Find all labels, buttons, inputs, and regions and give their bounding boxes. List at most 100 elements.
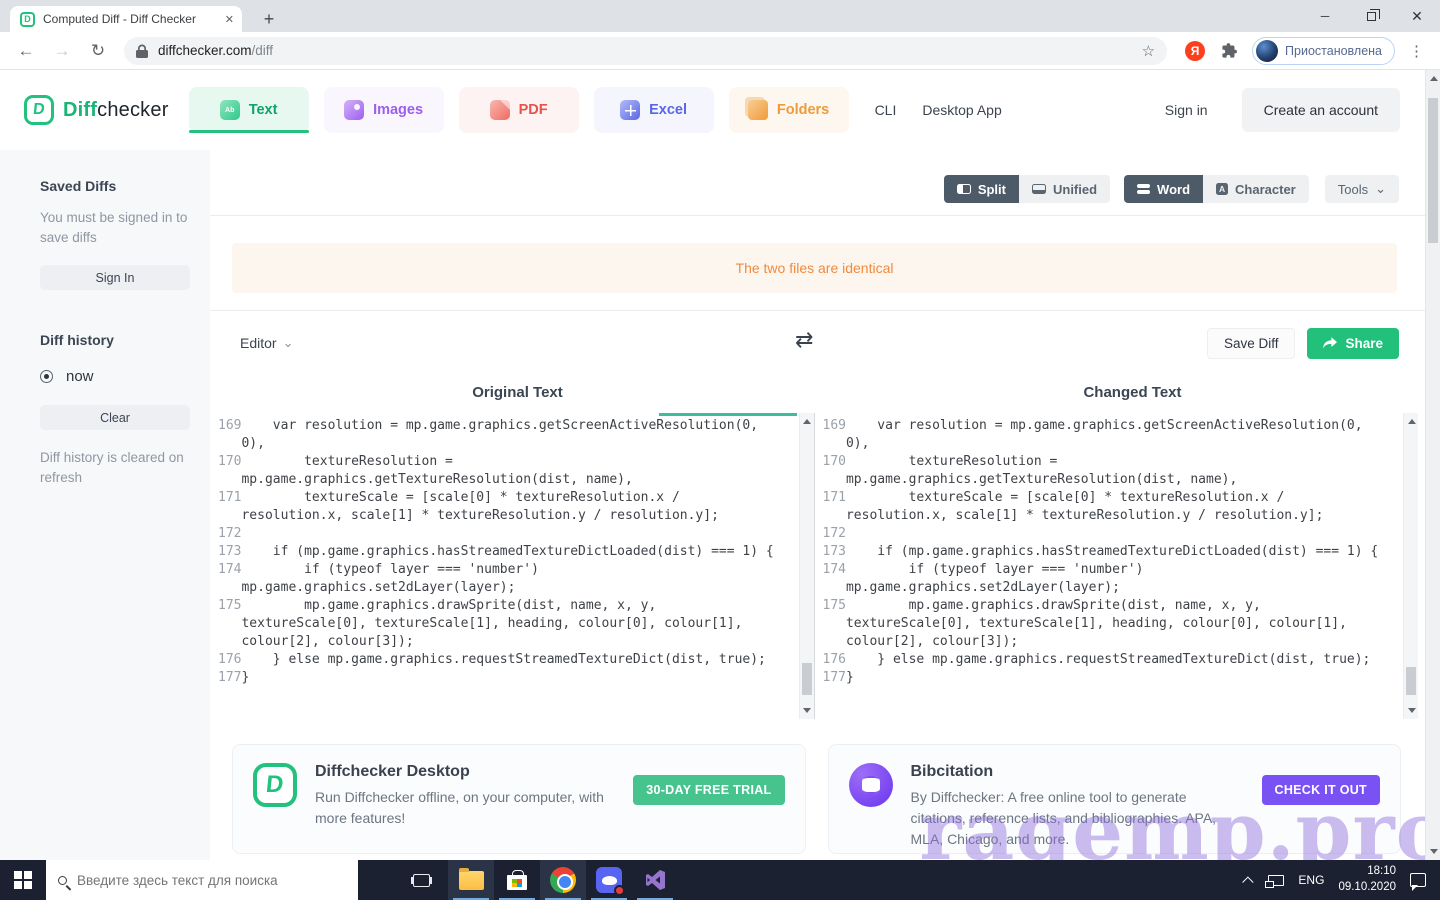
action-center-icon[interactable] <box>1410 873 1426 887</box>
nav-tab-pdf[interactable]: PDF <box>459 87 579 133</box>
microsoft-store-button[interactable] <box>494 860 540 900</box>
unified-view-button[interactable]: Unified <box>1019 175 1110 203</box>
code-line: 171 textureScale = [scale[0] * textureRe… <box>210 489 814 525</box>
bibcitation-promo-card[interactable]: Bibcitation By Diffchecker: A free onlin… <box>828 744 1402 854</box>
split-view-button[interactable]: Split <box>944 175 1019 203</box>
forward-icon[interactable]: → <box>48 37 76 65</box>
taskbar-search[interactable] <box>46 860 358 900</box>
free-trial-button[interactable]: 30-DAY FREE TRIAL <box>633 775 784 805</box>
line-number: 175 <box>815 597 846 651</box>
file-explorer-button[interactable] <box>448 860 494 900</box>
window-minimize-button[interactable]: ─ <box>1302 0 1348 32</box>
pane-scrollbar[interactable] <box>1403 413 1418 719</box>
create-account-button[interactable]: Create an account <box>1242 88 1400 132</box>
code-line: 172 <box>210 525 814 543</box>
changed-text-pane[interactable]: 169 var resolution = mp.game.graphics.ge… <box>815 413 1419 719</box>
address-bar[interactable]: diffchecker.com/diff ☆ <box>124 37 1167 65</box>
nav-tab-folders[interactable]: Folders <box>729 87 849 133</box>
language-indicator[interactable]: ENG <box>1298 873 1324 887</box>
browser-tab[interactable]: D Computed Diff - Diff Checker ✕ <box>10 6 242 32</box>
share-button[interactable]: Share <box>1307 328 1399 359</box>
new-tab-button[interactable]: + <box>256 6 282 32</box>
page-scrollbar[interactable] <box>1425 70 1440 860</box>
code-text: if (typeof layer === 'number') mp.game.g… <box>241 561 777 597</box>
radio-selected-icon[interactable] <box>40 370 53 383</box>
chevron-down-icon: ⌄ <box>1375 185 1386 193</box>
window-close-button[interactable]: ✕ <box>1394 0 1440 32</box>
window-restore-button[interactable] <box>1348 0 1394 32</box>
changed-code[interactable]: 169 var resolution = mp.game.graphics.ge… <box>815 417 1419 687</box>
network-icon[interactable] <box>1268 875 1284 886</box>
task-view-button[interactable] <box>398 860 444 900</box>
diffchecker-logo-icon[interactable]: D <box>24 95 54 125</box>
history-item-now[interactable]: now <box>40 368 190 385</box>
scroll-up-icon[interactable] <box>1430 76 1438 81</box>
check-it-out-button[interactable]: CHECK IT OUT <box>1262 775 1381 805</box>
line-number: 170 <box>815 453 846 489</box>
line-number: 174 <box>815 561 846 597</box>
scroll-position-indicator <box>659 413 797 416</box>
sign-in-link[interactable]: Sign in <box>1165 102 1208 118</box>
code-line: 173 if (mp.game.graphics.hasStreamedText… <box>815 543 1419 561</box>
bookmark-star-icon[interactable]: ☆ <box>1142 42 1155 60</box>
tools-dropdown[interactable]: Tools ⌄ <box>1325 175 1399 203</box>
yandex-extension-icon[interactable]: Я <box>1185 41 1205 61</box>
extensions-puzzle-icon[interactable] <box>1221 42 1238 59</box>
code-line: 173 if (mp.game.graphics.hasStreamedText… <box>210 543 814 561</box>
code-line: 177} <box>210 669 814 687</box>
windows-logo-icon <box>14 871 32 889</box>
original-text-pane[interactable]: 169 var resolution = mp.game.graphics.ge… <box>210 413 815 719</box>
pane-scrollbar[interactable] <box>799 413 814 719</box>
nav-tab-excel[interactable]: Excel <box>594 87 714 133</box>
scrollbar-thumb[interactable] <box>802 663 812 695</box>
scroll-down-icon[interactable] <box>1430 849 1438 854</box>
scroll-down-icon[interactable] <box>1408 708 1416 713</box>
swap-sides-icon[interactable]: ⇄ <box>795 327 813 353</box>
code-text: if (mp.game.graphics.hasStreamedTextureD… <box>846 543 1382 561</box>
scroll-up-icon[interactable] <box>803 419 811 424</box>
back-icon[interactable]: ← <box>12 37 40 65</box>
desktop-promo-card[interactable]: D Diffchecker Desktop Run Diffchecker of… <box>232 744 806 854</box>
brand-wordmark[interactable]: Diffchecker <box>63 99 169 122</box>
code-text: } else mp.game.graphics.requestStreamedT… <box>846 651 1382 669</box>
identical-files-banner: The two files are identical <box>232 243 1397 293</box>
scroll-down-icon[interactable] <box>803 708 811 713</box>
tab-title: Computed Diff - Diff Checker <box>43 12 219 26</box>
search-input[interactable] <box>77 873 327 888</box>
character-diff-button[interactable]: Character <box>1203 175 1309 203</box>
visual-studio-button[interactable] <box>632 860 678 900</box>
nav-link-cli[interactable]: CLI <box>875 102 897 118</box>
code-line: 175 mp.game.graphics.drawSprite(dist, na… <box>210 597 814 651</box>
word-diff-button[interactable]: Word <box>1124 175 1203 203</box>
tray-expand-icon[interactable] <box>1243 876 1254 887</box>
lock-icon <box>136 44 148 58</box>
scrollbar-thumb[interactable] <box>1428 98 1438 243</box>
web-page: D Diffchecker Ab Text Images PDF Excel F… <box>0 70 1440 860</box>
clear-history-button[interactable]: Clear <box>40 405 190 430</box>
nav-link-desktop-app[interactable]: Desktop App <box>922 102 1001 118</box>
editor-dropdown[interactable]: Editor ⌄ <box>240 335 293 351</box>
original-text-title: Original Text <box>210 384 825 401</box>
start-button[interactable] <box>0 860 46 900</box>
url-text: diffchecker.com/diff <box>158 43 273 58</box>
profile-chip[interactable]: Приостановлена <box>1252 37 1395 65</box>
scrollbar-thumb[interactable] <box>1406 667 1416 695</box>
nav-tab-text[interactable]: Ab Text <box>189 87 309 133</box>
tab-close-icon[interactable]: ✕ <box>225 13 234 26</box>
scroll-up-icon[interactable] <box>1408 419 1416 424</box>
reload-icon[interactable]: ↻ <box>84 37 112 65</box>
browser-menu-icon[interactable]: ⋮ <box>1409 42 1424 60</box>
save-diff-button[interactable]: Save Diff <box>1207 328 1296 359</box>
sidebar-sign-in-button[interactable]: Sign In <box>40 265 190 290</box>
line-number: 177 <box>815 669 846 687</box>
image-diff-icon <box>344 100 364 120</box>
line-number: 172 <box>210 525 241 543</box>
discord-button[interactable] <box>586 860 632 900</box>
original-code[interactable]: 169 var resolution = mp.game.graphics.ge… <box>210 417 814 687</box>
clock[interactable]: 18:10 09.10.2020 <box>1338 864 1396 895</box>
code-line: 169 var resolution = mp.game.graphics.ge… <box>815 417 1419 453</box>
nav-tab-images[interactable]: Images <box>324 87 444 133</box>
line-number: 173 <box>815 543 846 561</box>
diff-panes: 169 var resolution = mp.game.graphics.ge… <box>210 413 1418 719</box>
chrome-button[interactable] <box>540 860 586 900</box>
